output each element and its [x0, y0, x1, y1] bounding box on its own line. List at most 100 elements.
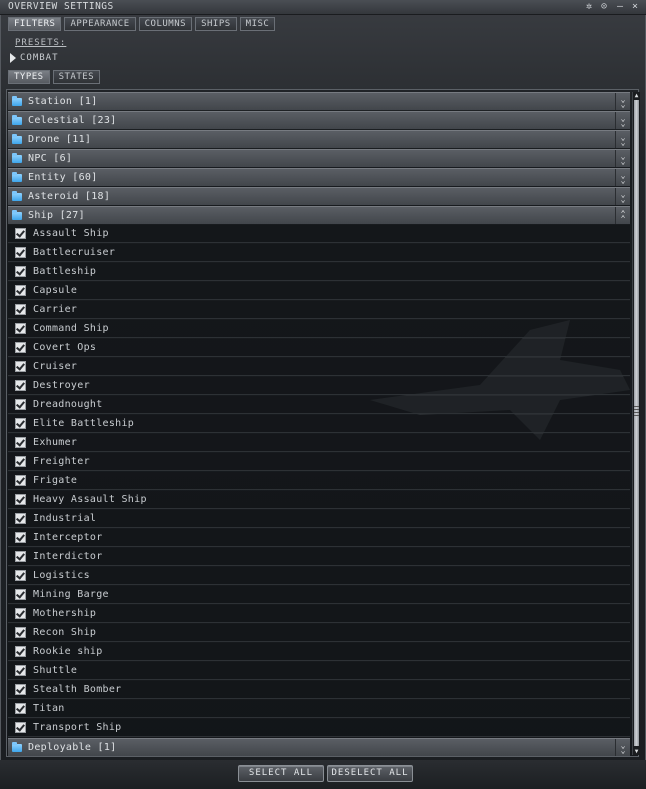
ship-type-item[interactable]: Rookie ship: [8, 643, 630, 661]
group-asteroid[interactable]: Asteroid [18] ⌄ ⌄: [8, 187, 630, 205]
tab-appearance[interactable]: APPEARANCE: [64, 17, 136, 31]
ship-type-item[interactable]: Interdictor: [8, 548, 630, 566]
tab-filters[interactable]: FILTERS: [8, 17, 62, 31]
preset-combat[interactable]: COMBAT: [10, 52, 59, 64]
tab-misc[interactable]: MISC: [239, 17, 276, 31]
scroll-grip-icon: [634, 406, 639, 416]
ship-type-item[interactable]: Transport Ship: [8, 719, 630, 737]
ship-type-label: Covert Ops: [33, 342, 97, 353]
expand-chevron-icon[interactable]: ⌄ ⌄: [615, 169, 630, 186]
checkbox-checked[interactable]: [15, 608, 26, 619]
ship-type-item[interactable]: Battlecruiser: [8, 244, 630, 262]
ship-type-item[interactable]: Elite Battleship: [8, 415, 630, 433]
checkbox-checked[interactable]: [15, 304, 26, 315]
ship-type-item[interactable]: Destroyer: [8, 377, 630, 395]
checkbox-checked[interactable]: [15, 703, 26, 714]
ship-type-item[interactable]: Logistics: [8, 567, 630, 585]
checkbox-checked[interactable]: [15, 646, 26, 657]
checkbox-checked[interactable]: [15, 532, 26, 543]
tab-types[interactable]: TYPES: [8, 70, 50, 84]
checkbox-checked[interactable]: [15, 551, 26, 562]
close-icon[interactable]: ×: [629, 1, 641, 13]
ship-type-label: Logistics: [33, 570, 90, 581]
group-label: NPC [6]: [28, 153, 73, 164]
expand-chevron-icon[interactable]: ⌄ ⌄: [615, 150, 630, 167]
ship-type-item[interactable]: Mining Barge: [8, 586, 630, 604]
group-station[interactable]: Station [1] ⌄ ⌄: [8, 92, 630, 110]
scroll-up-arrow-icon[interactable]: ▲: [633, 92, 640, 99]
expand-triangle-icon: [10, 53, 16, 63]
checkbox-checked[interactable]: [15, 266, 26, 277]
group-ship[interactable]: Ship [27] ⌃ ⌃: [8, 206, 630, 224]
ship-type-item[interactable]: Interceptor: [8, 529, 630, 547]
ship-type-item[interactable]: Titan: [8, 700, 630, 718]
ship-type-label: Destroyer: [33, 380, 90, 391]
folder-icon: [12, 741, 22, 752]
scrollbar[interactable]: ▲ ▼: [632, 92, 640, 755]
checkbox-checked[interactable]: [15, 361, 26, 372]
ship-type-item[interactable]: Command Ship: [8, 320, 630, 338]
tab-states[interactable]: STATES: [52, 70, 101, 84]
checkbox-checked[interactable]: [15, 494, 26, 505]
group-deployable[interactable]: Deployable [1] ⌄ ⌄: [8, 738, 630, 756]
minimize-icon[interactable]: –: [614, 1, 626, 13]
main-tabs: FILTERS APPEARANCE COLUMNS SHIPS MISC: [8, 17, 276, 31]
scroll-thumb[interactable]: [634, 100, 639, 746]
group-entity[interactable]: Entity [60] ⌄ ⌄: [8, 168, 630, 186]
group-drone[interactable]: Drone [11] ⌄ ⌄: [8, 130, 630, 148]
expand-chevron-icon[interactable]: ⌄ ⌄: [615, 739, 630, 756]
ship-type-item[interactable]: Mothership: [8, 605, 630, 623]
ship-type-item[interactable]: Capsule: [8, 282, 630, 300]
checkbox-checked[interactable]: [15, 570, 26, 581]
ship-type-item[interactable]: Heavy Assault Ship: [8, 491, 630, 509]
checkbox-checked[interactable]: [15, 285, 26, 296]
scroll-down-arrow-icon[interactable]: ▼: [633, 748, 640, 755]
checkbox-checked[interactable]: [15, 380, 26, 391]
checkbox-checked[interactable]: [15, 475, 26, 486]
ship-type-item[interactable]: Covert Ops: [8, 339, 630, 357]
checkbox-checked[interactable]: [15, 399, 26, 410]
ship-type-label: Mothership: [33, 608, 97, 619]
expand-chevron-icon[interactable]: ⌄ ⌄: [615, 188, 630, 205]
ship-type-item[interactable]: Frigate: [8, 472, 630, 490]
ship-type-item[interactable]: Industrial: [8, 510, 630, 528]
group-celestial[interactable]: Celestial [23] ⌄ ⌄: [8, 111, 630, 129]
collapse-chevron-icon[interactable]: ⌃ ⌃: [615, 207, 630, 224]
checkbox-checked[interactable]: [15, 418, 26, 429]
expand-chevron-icon[interactable]: ⌄ ⌄: [615, 93, 630, 110]
folder-icon: [12, 171, 22, 182]
select-all-button[interactable]: SELECT ALL: [238, 765, 324, 782]
pin-icon[interactable]: ✲: [583, 1, 595, 13]
checkbox-checked[interactable]: [15, 589, 26, 600]
ship-type-label: Recon Ship: [33, 627, 97, 638]
ship-type-item[interactable]: Freighter: [8, 453, 630, 471]
ship-type-item[interactable]: Shuttle: [8, 662, 630, 680]
ship-type-item[interactable]: Dreadnought: [8, 396, 630, 414]
ship-type-item[interactable]: Recon Ship: [8, 624, 630, 642]
ship-type-item[interactable]: Carrier: [8, 301, 630, 319]
ship-type-item[interactable]: Battleship: [8, 263, 630, 281]
expand-chevron-icon[interactable]: ⌄ ⌄: [615, 112, 630, 129]
checkbox-checked[interactable]: [15, 342, 26, 353]
expand-chevron-icon[interactable]: ⌄ ⌄: [615, 131, 630, 148]
checkbox-checked[interactable]: [15, 722, 26, 733]
checkbox-checked[interactable]: [15, 456, 26, 467]
tab-columns[interactable]: COLUMNS: [138, 17, 193, 31]
checkbox-checked[interactable]: [15, 684, 26, 695]
ship-type-item[interactable]: Stealth Bomber: [8, 681, 630, 699]
checkbox-checked[interactable]: [15, 437, 26, 448]
checkbox-checked[interactable]: [15, 228, 26, 239]
checkbox-checked[interactable]: [15, 665, 26, 676]
ship-type-item[interactable]: Assault Ship: [8, 225, 630, 243]
ship-type-label: Carrier: [33, 304, 78, 315]
tab-ships[interactable]: SHIPS: [195, 17, 237, 31]
checkbox-checked[interactable]: [15, 323, 26, 334]
ship-type-item[interactable]: Cruiser: [8, 358, 630, 376]
checkbox-checked[interactable]: [15, 513, 26, 524]
ship-type-item[interactable]: Exhumer: [8, 434, 630, 452]
checkbox-checked[interactable]: [15, 247, 26, 258]
checkbox-checked[interactable]: [15, 627, 26, 638]
settings-icon[interactable]: ⊙: [598, 1, 610, 13]
group-npc[interactable]: NPC [6] ⌄ ⌄: [8, 149, 630, 167]
deselect-all-button[interactable]: DESELECT ALL: [327, 765, 413, 782]
